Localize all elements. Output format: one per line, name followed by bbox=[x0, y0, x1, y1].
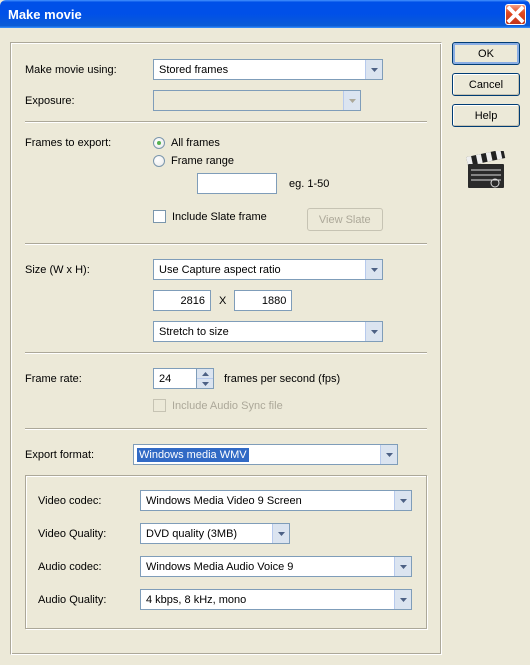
include-audio-sync-label: Include Audio Sync file bbox=[172, 400, 283, 412]
help-button[interactable]: Help bbox=[452, 104, 520, 127]
stretch-select[interactable]: Stretch to size bbox=[153, 321, 383, 342]
width-input[interactable]: 2816 bbox=[153, 290, 211, 311]
video-quality-label: Video Quality: bbox=[38, 528, 140, 540]
frame-range-radio[interactable]: Frame range bbox=[153, 155, 427, 167]
frame-range-label: Frame range bbox=[171, 155, 234, 167]
export-format-select[interactable]: Windows media WMV bbox=[133, 444, 398, 465]
chevron-down-icon bbox=[394, 491, 411, 510]
chevron-down-icon bbox=[394, 557, 411, 576]
export-format-label: Export format: bbox=[25, 449, 133, 461]
client-area: Make movie using: Stored frames Exposure… bbox=[0, 28, 530, 665]
audio-quality-select[interactable]: 4 kbps, 8 kHz, mono bbox=[140, 589, 412, 610]
radio-icon bbox=[153, 155, 165, 167]
include-slate-label: Include Slate frame bbox=[172, 211, 267, 223]
video-codec-label: Video codec: bbox=[38, 495, 140, 507]
fps-label: frames per second (fps) bbox=[224, 373, 340, 385]
audio-codec-label: Audio codec: bbox=[38, 561, 140, 573]
video-codec-select[interactable]: Windows Media Video 9 Screen bbox=[140, 490, 412, 511]
checkbox-icon bbox=[153, 210, 166, 223]
main-panel: Make movie using: Stored frames Exposure… bbox=[10, 42, 442, 655]
include-audio-sync-checkbox: Include Audio Sync file bbox=[153, 399, 283, 412]
radio-icon bbox=[153, 137, 165, 149]
chevron-down-icon bbox=[272, 524, 289, 543]
window-title: Make movie bbox=[8, 7, 505, 22]
chevron-down-icon bbox=[380, 445, 397, 464]
frame-rate-label: Frame rate: bbox=[25, 373, 153, 385]
divider bbox=[25, 121, 427, 123]
make-movie-using-label: Make movie using: bbox=[25, 64, 153, 76]
video-quality-select[interactable]: DVD quality (3MB) bbox=[140, 523, 290, 544]
divider bbox=[25, 428, 427, 430]
divider bbox=[25, 352, 427, 354]
divider bbox=[25, 243, 427, 245]
audio-codec-select[interactable]: Windows Media Audio Voice 9 bbox=[140, 556, 412, 577]
audio-quality-label: Audio Quality: bbox=[38, 594, 140, 606]
height-input[interactable]: 1880 bbox=[234, 290, 292, 311]
close-button[interactable] bbox=[505, 4, 526, 25]
chevron-down-icon bbox=[394, 590, 411, 609]
chevron-down-icon bbox=[343, 91, 360, 110]
frames-to-export-label: Frames to export: bbox=[25, 137, 153, 149]
ok-button[interactable]: OK bbox=[452, 42, 520, 65]
view-slate-button: View Slate bbox=[307, 208, 383, 231]
frame-range-hint: eg. 1-50 bbox=[289, 178, 329, 190]
all-frames-radio[interactable]: All frames bbox=[153, 137, 427, 149]
frame-range-input[interactable] bbox=[197, 173, 277, 194]
clapperboard-icon bbox=[465, 151, 507, 191]
titlebar: Make movie bbox=[0, 0, 530, 28]
spin-up-icon[interactable] bbox=[197, 369, 213, 379]
size-label: Size (W x H): bbox=[25, 264, 153, 276]
make-movie-using-select[interactable]: Stored frames bbox=[153, 59, 383, 80]
include-slate-checkbox[interactable]: Include Slate frame bbox=[153, 210, 267, 223]
exposure-label: Exposure: bbox=[25, 95, 153, 107]
all-frames-label: All frames bbox=[171, 137, 220, 149]
by-label: X bbox=[219, 295, 226, 307]
codec-group: Video codec: Windows Media Video 9 Scree… bbox=[25, 475, 427, 629]
chevron-down-icon bbox=[365, 322, 382, 341]
frame-rate-spinner[interactable]: 24 bbox=[153, 368, 214, 389]
checkbox-icon bbox=[153, 399, 166, 412]
side-column: OK Cancel Help bbox=[452, 42, 520, 655]
cancel-button[interactable]: Cancel bbox=[452, 73, 520, 96]
size-mode-select[interactable]: Use Capture aspect ratio bbox=[153, 259, 383, 280]
chevron-down-icon bbox=[365, 60, 382, 79]
spin-down-icon[interactable] bbox=[197, 379, 213, 388]
chevron-down-icon bbox=[365, 260, 382, 279]
exposure-select[interactable] bbox=[153, 90, 361, 111]
